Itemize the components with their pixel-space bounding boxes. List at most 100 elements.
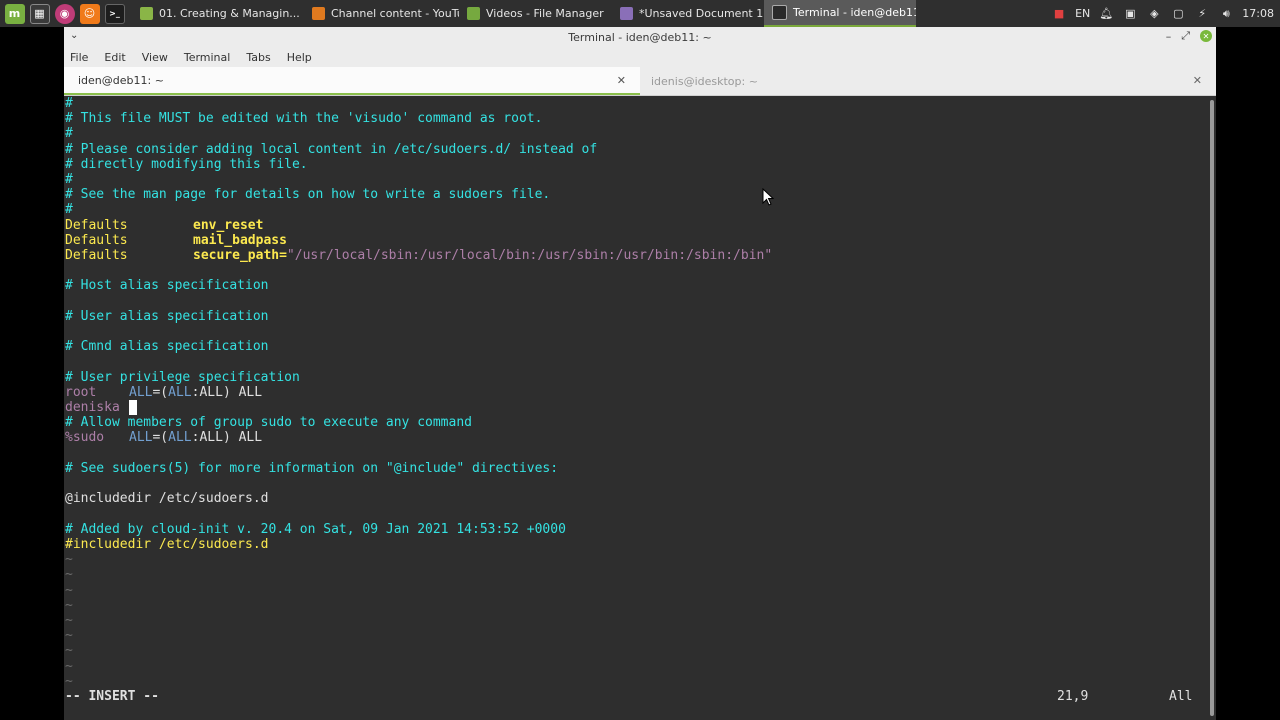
editor-line: # directly modifying this file. (65, 157, 308, 172)
editor-line: # (65, 126, 73, 141)
clipboard-icon[interactable]: ▣ (1121, 5, 1139, 23)
editor-line: # Cmnd alias specification (65, 339, 269, 354)
top-panel: m ▦ ◉ ☺ >_ 01. Creating & Managin... Cha… (0, 0, 1280, 27)
tab-deb11[interactable]: iden@deb11: ~ ✕ (64, 67, 640, 95)
editor-line: Defaults mail_badpass (65, 233, 287, 248)
terminal-icon (772, 5, 787, 20)
system-tray: ■ EN 🔔︎ ▣ ◈ ▢ ⚡ 🔊︎ 17:08 (1047, 0, 1280, 27)
editor-line: # See the man page for details on how to… (65, 187, 551, 202)
close-tab-icon[interactable]: ✕ (1193, 74, 1202, 87)
cursor-position: 21,9 (1057, 689, 1089, 704)
editor-line: # See sudoers(5) for more information on… (65, 461, 559, 476)
clock[interactable]: 17:08 (1242, 7, 1274, 20)
operator: ) ALL (222, 385, 263, 400)
empty-line-marker: ~ (65, 643, 73, 658)
editor-line: # User alias specification (65, 309, 269, 324)
all-keyword: ALL (129, 430, 153, 445)
editor-line: deniska (65, 400, 137, 415)
empty-line-marker: ~ (65, 583, 73, 598)
defaults-keyword: Defaults (65, 233, 128, 248)
menu-view[interactable]: View (142, 51, 168, 64)
sudoers-user: root (65, 385, 97, 400)
folder-icon (467, 7, 480, 20)
panel-launchers: m ▦ ◉ ☺ >_ (0, 3, 127, 24)
editor-line: # This file MUST be edited with the 'vis… (65, 111, 543, 126)
empty-line-marker: ~ (65, 659, 73, 674)
screenshot-app-icon[interactable]: ◉ (54, 3, 75, 24)
shield-icon[interactable]: ◈ (1145, 5, 1163, 23)
editor-line: # (65, 172, 73, 187)
defaults-value: mail_badpass (193, 233, 287, 248)
text-editor-icon (620, 7, 633, 20)
empty-line-marker: ~ (65, 567, 73, 582)
browser-icon (312, 7, 325, 20)
window-title: Terminal - iden@deb11: ~ (568, 30, 712, 44)
tab-label: idenis@idesktop: ~ (651, 74, 758, 88)
terminal-window: ⌄ Terminal - iden@deb11: ~ – ⤢ ✕ File Ed… (64, 27, 1216, 720)
text-cursor (129, 400, 137, 415)
task-terminal[interactable]: Terminal - iden@deb11: ~ (764, 0, 916, 27)
task-course-video[interactable]: 01. Creating & Managin... (132, 0, 304, 27)
minimize-icon[interactable]: – (1166, 30, 1172, 43)
all-keyword: ALL (129, 385, 153, 400)
menu-tabs[interactable]: Tabs (246, 51, 270, 64)
menu-file[interactable]: File (70, 51, 88, 64)
task-youtube-browser[interactable]: Channel content - YouTu... (304, 0, 459, 27)
empty-line-marker: ~ (65, 552, 73, 567)
mint-menu-icon[interactable]: m (4, 3, 25, 24)
editor-line: Defaults secure_path="/usr/local/sbin:/us… (65, 248, 772, 263)
editor-line: @includedir /etc/sudoers.d (65, 491, 269, 506)
close-tab-icon[interactable]: ✕ (617, 74, 626, 87)
editor-line: # Allow members of group sudo to execute… (65, 415, 472, 430)
close-icon[interactable]: ✕ (1200, 30, 1212, 42)
editor-line: root ALL=(ALL:ALL) ALL (65, 385, 262, 400)
secure-path-string: "/usr/local/sbin:/usr/local/bin:/usr/sbi… (286, 248, 773, 263)
all-keyword: ALL (199, 385, 223, 400)
empty-line-marker: ~ (65, 674, 73, 689)
vim-mode-indicator: -- INSERT -- (65, 689, 159, 704)
operator: =( (152, 385, 169, 400)
power-icon[interactable]: ⚡ (1193, 5, 1211, 23)
task-file-manager[interactable]: Videos - File Manager (459, 0, 612, 27)
tab-label: iden@deb11: ~ (78, 73, 164, 87)
notifications-icon[interactable]: 🔔︎ (1097, 5, 1115, 23)
app-launcher-icon[interactable]: ☺ (79, 3, 100, 24)
menu-bar: File Edit View Terminal Tabs Help (64, 47, 1216, 67)
taskbar: 01. Creating & Managin... Channel conten… (132, 0, 916, 27)
window-icon[interactable]: ▢ (1169, 5, 1187, 23)
menu-help[interactable]: Help (287, 51, 312, 64)
screen-recorder-icon[interactable]: ■ (1050, 5, 1068, 23)
mouse-pointer-icon (762, 188, 774, 206)
task-label: Channel content - YouTu... (331, 7, 459, 20)
operator: =( (152, 430, 169, 445)
menu-terminal[interactable]: Terminal (184, 51, 231, 64)
folder-icon (140, 7, 153, 20)
scrollbar-thumb[interactable] (1210, 100, 1214, 716)
defaults-value: secure_path= (193, 248, 287, 263)
editor-line: %sudo ALL=(ALL:ALL) ALL (65, 430, 262, 445)
window-titlebar[interactable]: ⌄ Terminal - iden@deb11: ~ – ⤢ ✕ (64, 27, 1216, 47)
empty-line-marker: ~ (65, 628, 73, 643)
empty-line-marker: ~ (65, 598, 73, 613)
task-text-editor[interactable]: *Unsaved Document 1 (612, 0, 764, 27)
defaults-keyword: Defaults (65, 218, 128, 233)
menu-edit[interactable]: Edit (104, 51, 125, 64)
terminal-launcher-icon[interactable]: >_ (104, 3, 125, 24)
vim-editor[interactable]: # # This file MUST be edited with the 'v… (64, 96, 1208, 720)
defaults-keyword: Defaults (65, 248, 128, 263)
sudoers-group: %sudo (65, 430, 105, 445)
window-menu-icon[interactable]: ⌄ (70, 30, 78, 41)
task-label: Terminal - iden@deb11: ~ (793, 6, 916, 19)
window-controls: – ⤢ ✕ (1166, 29, 1212, 43)
task-label: 01. Creating & Managin... (159, 7, 300, 20)
maximize-icon[interactable]: ⤢ (1181, 29, 1190, 43)
scrollbar[interactable] (1208, 96, 1216, 720)
editor-line: #includedir /etc/sudoers.d (65, 537, 269, 552)
editor-line: # Please consider adding local content i… (65, 142, 598, 157)
tab-idesktop[interactable]: idenis@idesktop: ~ ✕ (640, 67, 1216, 95)
all-keyword: ALL (168, 430, 192, 445)
volume-icon[interactable]: 🔊︎ (1217, 5, 1235, 23)
keyboard-layout[interactable]: EN (1075, 7, 1090, 20)
defaults-value: env_reset (193, 218, 264, 233)
window-list-icon[interactable]: ▦ (29, 3, 50, 24)
